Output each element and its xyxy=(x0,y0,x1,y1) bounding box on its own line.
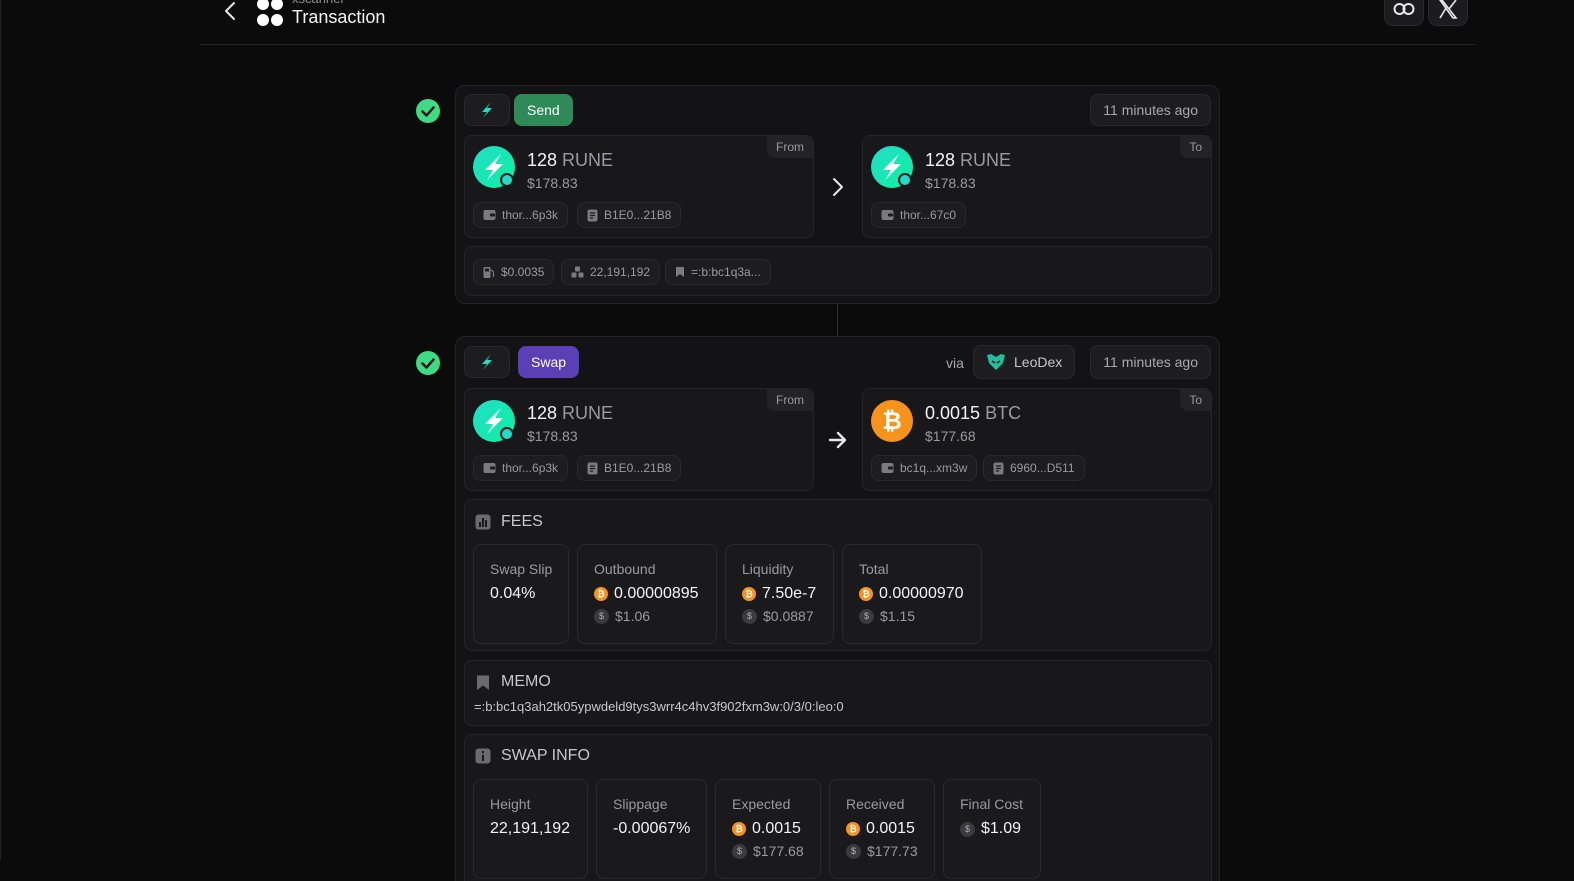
chart-icon xyxy=(475,514,491,530)
rune-icon xyxy=(473,146,515,188)
swap-info-heading: SWAP INFO xyxy=(475,747,590,765)
send-to-usd: $178.83 xyxy=(925,175,976,191)
fee-outbound: Outbound ₿ 0.00000895 $ $1.06 xyxy=(577,544,717,644)
dollar-icon: $ xyxy=(594,608,609,624)
swap-to-tile: To ₿ 0.0015 BTC $177.68 bc1q...xm3w 6960.… xyxy=(862,388,1212,491)
share-x-button[interactable] xyxy=(1428,0,1468,26)
fees-panel: FEES Swap Slip 0.04% Outbound ₿ 0.0000089… xyxy=(464,499,1212,651)
thorchain-icon xyxy=(482,354,492,370)
swap-from-usd: $178.83 xyxy=(527,428,578,444)
to-label: To xyxy=(1180,389,1211,411)
page-header: xscanner Transaction xyxy=(200,0,1476,45)
send-success-icon xyxy=(416,99,440,123)
send-from-address-chip[interactable]: thor...6p3k xyxy=(473,202,569,228)
info-received: Received ₿ 0.0015 $ $177.73 xyxy=(829,779,935,879)
info-icon xyxy=(475,748,491,764)
dollar-icon: $ xyxy=(742,608,757,624)
copy-link-button[interactable] xyxy=(1384,0,1424,26)
swap-from-txid-chip[interactable]: B1E0...21B8 xyxy=(577,455,682,481)
swap-to-usd: $177.68 xyxy=(925,428,976,444)
blocks-icon xyxy=(571,266,584,278)
send-to-tile: To 128 RUNE $178.83 thor...67c0 xyxy=(862,135,1212,238)
wallet-icon xyxy=(483,463,496,473)
from-label: From xyxy=(767,136,813,158)
send-from-tile: From 128 RUNE $178.83 thor...6p3k B1E0...… xyxy=(464,135,814,238)
info-expected: Expected ₿ 0.0015 $ $177.68 xyxy=(715,779,821,879)
dollar-icon: $ xyxy=(732,843,747,859)
memo-panel: MEMO =:b:bc1q3ah2tk05ypwdeld9tys3wrr4c4h… xyxy=(464,660,1212,726)
send-from-usd: $178.83 xyxy=(527,175,578,191)
via-label: via xyxy=(946,355,964,371)
x-logo-icon xyxy=(1439,0,1458,19)
gas-pump-icon xyxy=(483,266,495,278)
send-meta-row: $0.0035 22,191,192 =:b:bc1q3a... xyxy=(464,246,1212,296)
dollar-icon: $ xyxy=(846,843,861,859)
thorchain-chain-pill xyxy=(464,94,510,126)
send-to-address-chip[interactable]: thor...67c0 xyxy=(871,202,967,228)
send-height-chip: 22,191,192 xyxy=(561,259,661,285)
swap-action-card: Swap via LeoDex 11 minutes ago From 128 R… xyxy=(455,336,1220,881)
send-from-txid-chip[interactable]: B1E0...21B8 xyxy=(577,202,682,228)
swap-from-address-chip[interactable]: thor...6p3k xyxy=(473,455,569,481)
swap-type-badge: Swap xyxy=(518,346,580,378)
btc-icon: ₿ xyxy=(732,822,746,836)
thorchain-icon xyxy=(482,102,492,118)
dex-chip[interactable]: LeoDex xyxy=(973,345,1076,379)
send-chevron-right-icon xyxy=(827,175,849,199)
dollar-icon: $ xyxy=(859,608,874,624)
swap-info-panel: SWAP INFO Height 22,191,192 Slippage -0.… xyxy=(464,734,1212,881)
send-to-amount: 128 RUNE xyxy=(925,150,1012,170)
btc-icon: ₿ xyxy=(594,587,608,601)
rune-icon xyxy=(871,146,913,188)
xscanner-logo-icon xyxy=(257,0,283,26)
rune-icon xyxy=(473,400,515,442)
action-connector-line xyxy=(837,304,838,336)
btc-icon: ₿ xyxy=(871,400,913,442)
wallet-icon xyxy=(881,210,894,220)
send-type-badge: Send xyxy=(514,94,573,126)
info-slippage: Slippage -0.00067% xyxy=(596,779,707,879)
send-from-amount: 128 RUNE xyxy=(527,150,614,170)
swap-success-icon xyxy=(416,351,440,375)
wallet-icon xyxy=(483,210,496,220)
info-height: Height 22,191,192 xyxy=(473,779,588,879)
chevron-left-icon xyxy=(225,2,235,20)
left-border xyxy=(0,0,1,860)
swap-to-txid-chip[interactable]: 6960...D511 xyxy=(983,455,1085,481)
receipt-icon xyxy=(587,209,598,221)
swap-from-tile: From 128 RUNE $178.83 thor...6p3k B1E0...… xyxy=(464,388,814,491)
send-action-card: Send 11 minutes ago From 128 RUNE $178.83… xyxy=(455,85,1220,304)
swap-arrow-right-icon xyxy=(827,428,849,452)
btc-icon: ₿ xyxy=(742,587,756,601)
info-final-cost: Final Cost $ $1.09 xyxy=(943,779,1041,879)
dollar-icon: $ xyxy=(960,821,975,837)
send-fee-chip: $0.0035 xyxy=(473,259,555,285)
swap-to-amount: 0.0015 BTC xyxy=(925,403,1022,423)
leodex-icon xyxy=(987,354,1005,370)
receipt-icon xyxy=(993,462,1004,474)
memo-heading: MEMO xyxy=(475,673,551,691)
bookmark-icon xyxy=(676,267,684,277)
fee-swap-slip: Swap Slip 0.04% xyxy=(473,544,569,644)
page-title: Transaction xyxy=(292,7,386,27)
bookmark-icon xyxy=(477,675,489,690)
btc-icon: ₿ xyxy=(859,587,873,601)
link-icon xyxy=(1393,3,1415,15)
fee-liquidity: Liquidity ₿ 7.50e-7 $ $0.0887 xyxy=(725,544,834,644)
swap-from-amount: 128 RUNE xyxy=(527,403,614,423)
fees-heading: FEES xyxy=(475,513,543,531)
swap-time: 11 minutes ago xyxy=(1090,345,1211,379)
back-button[interactable] xyxy=(220,0,240,22)
fee-total: Total ₿ 0.00000970 $ $1.15 xyxy=(842,544,982,644)
from-label: From xyxy=(767,389,813,411)
thorchain-chain-pill xyxy=(464,346,510,378)
send-memo-chip[interactable]: =:b:bc1q3a... xyxy=(665,259,771,285)
swap-to-address-chip[interactable]: bc1q...xm3w xyxy=(871,455,978,481)
btc-icon: ₿ xyxy=(846,822,860,836)
send-time: 11 minutes ago xyxy=(1090,94,1211,126)
memo-text: =:b:bc1q3ah2tk05ypwdeld9tys3wrr4c4hv3f90… xyxy=(474,699,844,714)
to-label: To xyxy=(1180,136,1211,158)
receipt-icon xyxy=(587,462,598,474)
wallet-icon xyxy=(881,463,894,473)
